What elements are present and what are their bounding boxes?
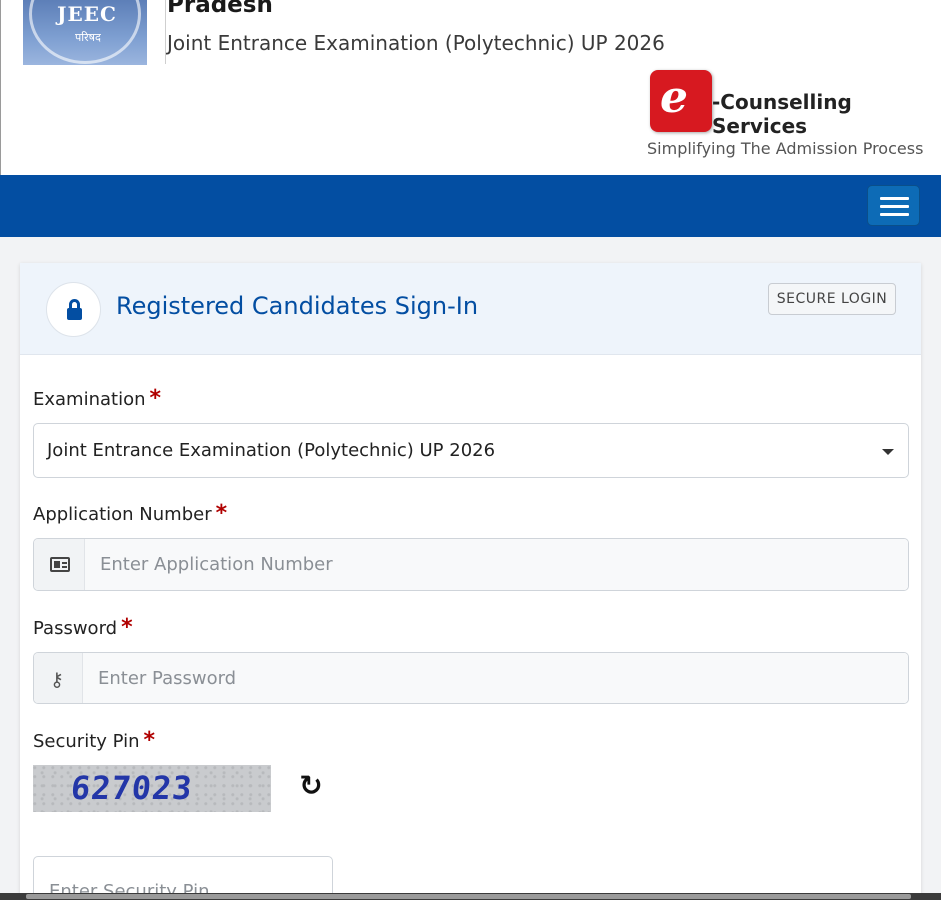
examination-label: Examination * [33, 386, 161, 411]
horizontal-scrollbar[interactable] [0, 893, 941, 900]
card-title: Registered Candidates Sign-In [116, 292, 479, 320]
application-number-input[interactable] [85, 539, 908, 590]
chevron-down-icon [882, 449, 894, 455]
logo-sub-text: परिषद [75, 31, 101, 44]
required-mark: * [143, 728, 156, 753]
application-number-group [33, 538, 909, 591]
sign-in-card: Registered Candidates Sign-In SECURE LOG… [20, 263, 921, 900]
captcha-text: 627023 [69, 769, 195, 807]
password-label: Password * [33, 615, 133, 640]
brand-tagline: Simplifying The Admission Process [647, 139, 924, 158]
brand-title: -Counselling Services [712, 90, 852, 138]
password-input[interactable] [83, 653, 908, 703]
examination-label-text: Examination [33, 389, 146, 410]
refresh-icon[interactable]: ↻ [296, 771, 326, 801]
key-icon: ⚷ [50, 669, 64, 691]
password-label-text: Password [33, 618, 118, 639]
secure-login-badge: SECURE LOGIN [768, 283, 896, 315]
jeec-logo: JEEC परिषद [23, 0, 147, 65]
application-number-label: Application Number * [33, 501, 227, 526]
hamburger-menu-icon [880, 197, 909, 200]
captcha-image: 627023 [33, 765, 271, 812]
card-header: Registered Candidates Sign-In SECURE LOG… [20, 263, 921, 355]
application-number-addon [34, 539, 85, 590]
scrollbar-thumb[interactable] [26, 894, 911, 899]
exam-title: Joint Entrance Examination (Polytechnic)… [167, 31, 665, 55]
security-pin-label: Security Pin * [33, 728, 155, 753]
e-counselling-logo-icon: e [650, 70, 712, 132]
password-group: ⚷ [33, 652, 909, 704]
security-pin-label-text: Security Pin [33, 731, 140, 752]
brand-letter: e [660, 72, 688, 123]
required-mark: * [149, 386, 162, 411]
navbar-toggle-button[interactable] [867, 185, 920, 226]
logo-text: JEEC [57, 2, 117, 26]
password-addon: ⚷ [34, 653, 83, 703]
org-title: Pradesh [167, 0, 273, 18]
examination-select[interactable]: Joint Entrance Examination (Polytechnic)… [33, 423, 909, 478]
site-header: JEEC परिषद Pradesh Joint Entrance Examin… [0, 0, 941, 175]
required-mark: * [215, 501, 228, 526]
required-mark: * [121, 615, 133, 640]
hamburger-menu-icon [880, 213, 909, 216]
header-divider [165, 0, 166, 64]
id-card-icon [50, 557, 70, 572]
hamburger-menu-icon [880, 205, 909, 208]
main-navbar [0, 175, 941, 237]
examination-selected-value: Joint Entrance Examination (Polytechnic)… [47, 440, 496, 461]
application-number-label-text: Application Number [33, 504, 212, 525]
lock-icon [46, 282, 101, 337]
lock-body [67, 308, 82, 320]
